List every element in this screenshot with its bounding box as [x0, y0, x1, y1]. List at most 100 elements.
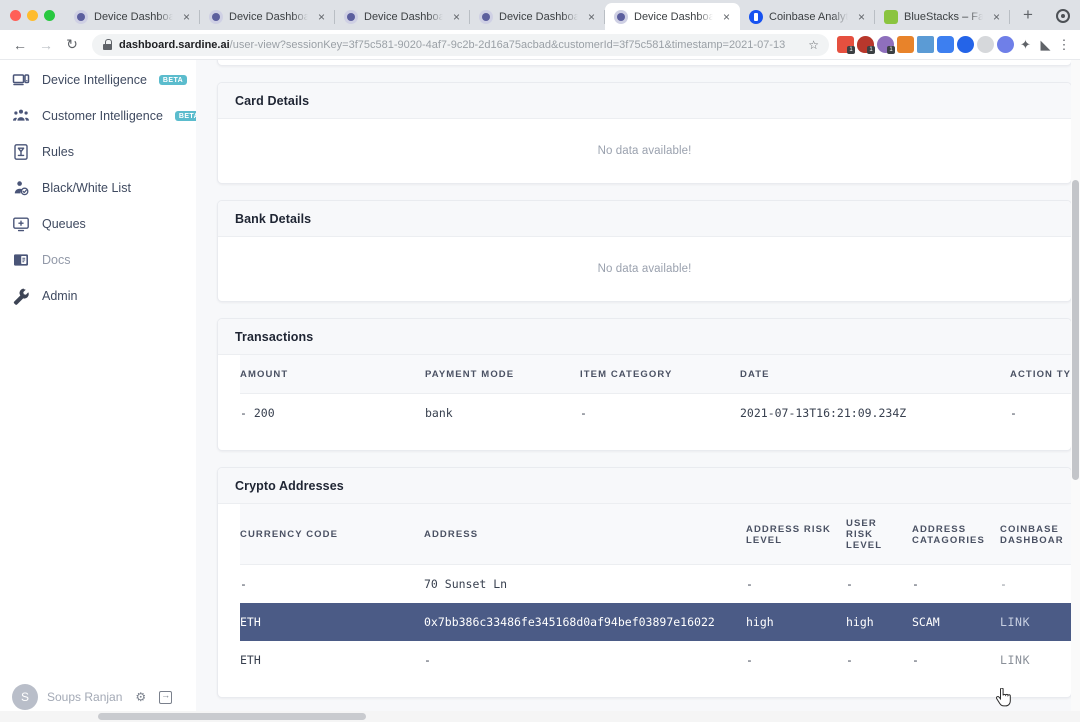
maximize-window-button[interactable]	[44, 10, 55, 21]
cell-coinbase-dashboard-link[interactable]: LINK	[1000, 641, 1071, 679]
close-icon[interactable]: ×	[854, 9, 869, 24]
transactions-table: AMOUNT PAYMENT MODE ITEM CATEGORY DATE A…	[240, 355, 1071, 433]
tabstrip-actions	[1056, 9, 1080, 30]
sidebar-item-admin[interactable]: Admin	[0, 278, 196, 314]
cell-coinbase-dashboard[interactable]: -	[1000, 565, 1071, 604]
browser-toolbar: ← → ↻ dashboard.sardine.ai/user-view?ses…	[0, 30, 1080, 60]
browser-tab-2[interactable]: Device Dashboard ×	[200, 3, 335, 30]
browser-tab-7[interactable]: BlueStacks – Fastest A ×	[875, 3, 1010, 30]
browser-tab-1[interactable]: Device Dashboard ×	[65, 3, 200, 30]
beta-badge: BETA	[158, 75, 188, 85]
sidebar-item-docs[interactable]: Docs	[0, 242, 196, 278]
gear-extension-icon[interactable]	[997, 36, 1014, 53]
url-domain: dashboard.sardine.ai	[119, 38, 230, 51]
reload-button[interactable]: ↻	[60, 33, 84, 57]
transactions-thead: AMOUNT PAYMENT MODE ITEM CATEGORY DATE A…	[240, 355, 1071, 394]
close-icon[interactable]: ×	[449, 9, 464, 24]
close-icon[interactable]: ×	[179, 9, 194, 24]
close-icon[interactable]: ×	[314, 9, 329, 24]
crypto-addresses-table-wrap: CURRENCY CODE ADDRESS ADDRESS RISK LEVEL…	[218, 504, 1071, 697]
sidebar: Device Intelligence BETA Customer Intell…	[0, 60, 204, 722]
card-above-body	[218, 60, 1071, 65]
sidebar-item-rules[interactable]: Rules	[0, 134, 196, 170]
extension-icon-8[interactable]	[977, 36, 994, 53]
gear-icon[interactable]: ⚙	[135, 690, 146, 704]
extension-icon-1[interactable]: 1	[837, 36, 855, 54]
column-header-coinbase-dashboard[interactable]: COINBASE DASHBOAR	[1000, 504, 1071, 565]
sardine-icon	[344, 9, 358, 24]
extension-icon-5[interactable]	[917, 36, 934, 53]
browser-tab-3[interactable]: Device Dashboard ×	[335, 3, 470, 30]
horizontal-scrollbar[interactable]	[0, 711, 1080, 722]
vertical-scrollbar-thumb[interactable]	[1072, 180, 1079, 480]
back-button[interactable]: ←	[8, 33, 32, 57]
window-controls	[8, 10, 65, 30]
close-icon[interactable]: ×	[719, 9, 734, 24]
cell-amount: - 200	[240, 406, 275, 420]
column-header-address-catagories[interactable]: ADDRESS CATAGORIES	[912, 504, 1000, 565]
sidebar-item-queues[interactable]: Queues	[0, 206, 196, 242]
card-details-body: No data available!	[218, 119, 1071, 183]
rules-icon	[12, 143, 30, 161]
extension-icon-2[interactable]: 1	[857, 36, 875, 54]
sardine-icon	[74, 9, 88, 24]
column-header-payment-mode[interactable]: PAYMENT MODE	[425, 355, 580, 394]
metamask-fox-icon[interactable]	[897, 36, 914, 53]
browser-tab-6[interactable]: Coinbase Analytics ×	[740, 3, 875, 30]
forward-button[interactable]: →	[34, 33, 58, 57]
address-bar[interactable]: dashboard.sardine.ai/user-view?sessionKe…	[92, 33, 829, 56]
table-row-selected[interactable]: ETH 0x7bb386c33486fe345168d0af94bef03897…	[240, 603, 1071, 641]
close-icon[interactable]: ×	[989, 9, 1004, 24]
extension-icon-7[interactable]	[957, 36, 974, 53]
column-header-user-risk-level[interactable]: USER RISK LEVEL	[846, 504, 912, 565]
profile-icon[interactable]: ◣	[1037, 36, 1054, 53]
sidebar-item-black-white-list[interactable]: Black/White List	[0, 170, 196, 206]
cell-address-risk-level: -	[746, 653, 753, 667]
logout-icon[interactable]	[159, 689, 173, 704]
bank-details-body: No data available!	[218, 237, 1071, 301]
extension-icon-6[interactable]	[937, 36, 954, 53]
cell-address: 70 Sunset Ln	[424, 577, 508, 591]
sidebar-items: Device Intelligence BETA Customer Intell…	[0, 60, 204, 314]
empty-state-text: No data available!	[597, 145, 692, 157]
avatar[interactable]: S	[12, 684, 38, 710]
puzzle-piece-icon[interactable]: ✦	[1017, 36, 1034, 53]
record-icon[interactable]	[1056, 9, 1070, 23]
extension-badge: 1	[887, 46, 895, 54]
cell-user-risk-level: -	[846, 653, 853, 667]
tab-title: Device Dashboard	[634, 10, 713, 23]
browser-tab-5-active[interactable]: Device Dashboard ×	[605, 3, 740, 30]
table-row[interactable]: - 200 bank - 2021-07-13T16:21:09.234Z -	[240, 394, 1071, 433]
cell-address-catagories: -	[912, 577, 919, 591]
column-header-item-category[interactable]: ITEM CATEGORY	[580, 355, 740, 394]
sidebar-item-label: Admin	[42, 289, 78, 303]
cell-coinbase-dashboard-link[interactable]: LINK	[1000, 603, 1071, 641]
table-row[interactable]: ETH - - - - LINK	[240, 641, 1071, 679]
extensions-area: 1 1 1 ✦ ◣	[837, 36, 1054, 54]
column-header-currency-code[interactable]: CURRENCY CODE	[240, 504, 424, 565]
browser-tab-4[interactable]: Device Dashboard ×	[470, 3, 605, 30]
sardine-icon	[479, 9, 493, 24]
bookmark-star-icon[interactable]: ☆	[808, 38, 819, 52]
user-list-icon	[12, 179, 30, 197]
column-header-amount[interactable]: AMOUNT	[240, 355, 425, 394]
table-header-row: AMOUNT PAYMENT MODE ITEM CATEGORY DATE A…	[240, 355, 1071, 394]
close-window-button[interactable]	[10, 10, 21, 21]
horizontal-scrollbar-thumb[interactable]	[98, 713, 366, 720]
sidebar-item-customer-intelligence[interactable]: Customer Intelligence BETA	[0, 98, 204, 134]
column-header-action-type[interactable]: ACTION TYPE	[1010, 355, 1071, 394]
extension-icon-3[interactable]: 1	[877, 36, 895, 54]
column-header-address[interactable]: ADDRESS	[424, 504, 746, 565]
column-header-address-risk-level[interactable]: ADDRESS RISK LEVEL	[746, 504, 846, 565]
card-title: Bank Details	[235, 212, 312, 226]
table-row[interactable]: - 70 Sunset Ln - - - -	[240, 565, 1071, 604]
transactions-card: Transactions AMOUNT PAYMENT MODE ITEM CA…	[217, 318, 1072, 451]
column-header-date[interactable]: DATE	[740, 355, 1010, 394]
new-tab-button[interactable]: +	[1014, 1, 1042, 29]
minimize-window-button[interactable]	[27, 10, 38, 21]
close-icon[interactable]: ×	[584, 9, 599, 24]
browser-menu-icon[interactable]: ⋮	[1056, 38, 1072, 51]
sidebar-item-device-intelligence[interactable]: Device Intelligence BETA	[0, 62, 196, 98]
vertical-scrollbar[interactable]	[1071, 60, 1080, 722]
extension-badge: 1	[847, 46, 855, 54]
